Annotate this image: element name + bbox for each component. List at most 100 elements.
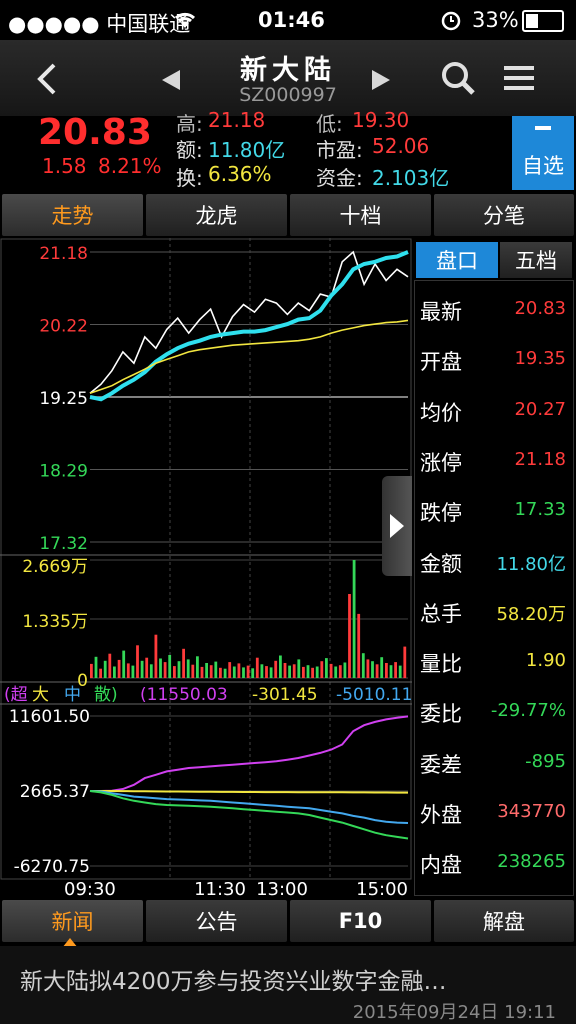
flow-legend-label: 中 [64,685,81,705]
volume-bar [398,665,402,678]
side-row-label: 外盘 [420,803,462,827]
side-row-value: 343770 [497,801,566,822]
volume-bar [186,659,190,678]
search-icon[interactable] [440,60,476,96]
volume-bar [380,657,384,678]
tab-news[interactable]: 新闻 [2,900,143,942]
side-row-11: 内盘 238265 [412,837,572,887]
volume-bar [117,659,121,678]
volume-bar [375,664,379,678]
side-row-label: 委比 [420,702,462,727]
flow-legend-label: 大 [32,685,49,705]
side-row-10: 外盘 343770 [412,787,572,837]
volume-bar [260,664,264,678]
volume-bar [352,560,356,678]
tab-dragon-tiger[interactable]: 龙虎 [146,194,287,236]
price-tick-label: 21.18 [39,244,88,264]
intraday-chart: 21.1820.2219.2518.2917.322.669万1.335万0(超… [0,238,412,900]
volume-bar [145,657,149,678]
tab-ten-levels[interactable]: 十档 [290,194,431,236]
volume-bar [283,663,287,678]
volume-bar [394,662,397,678]
tab-trend[interactable]: 走势 [2,194,143,236]
volume-bar [126,663,130,678]
prev-triangle-icon[interactable] [160,68,182,92]
price-tick-label: 17.32 [39,534,88,554]
expand-panel-button[interactable] [382,476,412,576]
side-row-label: 委差 [420,752,462,777]
time-tick-label: 13:00 [256,879,308,900]
tab-f10[interactable]: F10 [290,900,431,942]
tab-announcements[interactable]: 公告 [146,900,287,942]
chart-tabs: 走势 龙虎 十档 分笔 [0,192,576,238]
side-row-value: 11.80亿 [496,553,566,575]
add-watchlist-button[interactable]: 自选 [512,116,574,190]
price-tick-label: 18.29 [39,462,88,482]
volume-bar [103,660,107,678]
side-row-label: 总手 [420,601,462,626]
flow-legend-value: -301.45 [252,685,318,705]
back-chevron-icon[interactable] [34,62,60,96]
side-row-label: 内盘 [420,853,462,878]
tab-quote-panel[interactable]: 盘口 [416,242,498,278]
nav-bar: 新大陆 SZ000997 [0,40,576,116]
volume-bar [168,655,172,678]
side-row-label: 量比 [420,652,462,677]
time-tick-label: 15:00 [356,879,408,900]
volume-bar [219,667,222,678]
side-row-value: 238265 [497,851,566,873]
volume-bar [214,661,218,678]
tab-analysis[interactable]: 解盘 [434,900,574,942]
battery-icon [522,10,564,32]
volume-bar [159,658,162,678]
side-row-0: 最新 20.83 [412,284,572,334]
side-row-1: 开盘 19.35 [412,334,572,384]
volume-bar [371,661,374,678]
volume-bar [292,664,296,678]
expand-arrow-icon [390,514,404,538]
volume-bar [122,650,126,678]
high-label: 高: [176,112,203,136]
volume-bar [366,659,370,678]
volume-bar [108,653,112,678]
news-headline: 新大陆拟4200万参与投资兴业数字金融… [20,969,447,995]
flow-tick-label: -6270.75 [14,857,90,877]
capital-label: 资金: [316,166,363,190]
volume-bar [315,666,319,678]
volume-bar [232,666,236,678]
volume-bar [329,663,333,678]
pe-label: 市盈: [316,138,363,162]
volume-bar [209,665,213,678]
volume-bar [403,646,407,678]
volume-bar [228,662,232,678]
flow-legend-label: 散) [94,685,118,705]
volume-tick-label: 1.335万 [22,612,88,632]
volume-bar [191,664,195,678]
side-row-2: 均价 20.27 [412,385,572,435]
volume-bar [320,661,324,678]
volume-bar [361,653,365,678]
tab-five-levels[interactable]: 五档 [500,242,572,278]
price-tick-label: 20.22 [39,317,88,337]
volume-bar [334,666,338,678]
side-row-3: 涨停 21.18 [412,435,572,485]
volume-tick-label: 2.669万 [22,557,88,577]
next-triangle-icon[interactable] [370,68,392,92]
side-row-value: 17.33 [514,499,566,521]
side-row-8: 委比 -29.77% [412,686,572,736]
menu-icon[interactable] [504,64,534,92]
turnover-label: 换: [176,166,203,190]
watchlist-label: 自选 [522,154,564,178]
low-value: 19.30 [352,108,410,132]
flow-legend-value: -5010.11 [336,685,412,705]
volume-bar [113,666,116,678]
volume-bar [288,665,291,678]
price-change: 1.58 [42,154,87,178]
side-row-4: 跌停 17.33 [412,485,572,535]
alarm-icon [441,11,461,31]
side-row-value: 20.27 [514,398,566,420]
news-item[interactable]: 新大陆拟4200万参与投资兴业数字金融… 2015年09月24日 19:11 [0,946,576,1024]
side-row-label: 开盘 [420,350,462,375]
low-label: 低: [316,112,343,136]
tab-tick-detail[interactable]: 分笔 [434,194,574,236]
